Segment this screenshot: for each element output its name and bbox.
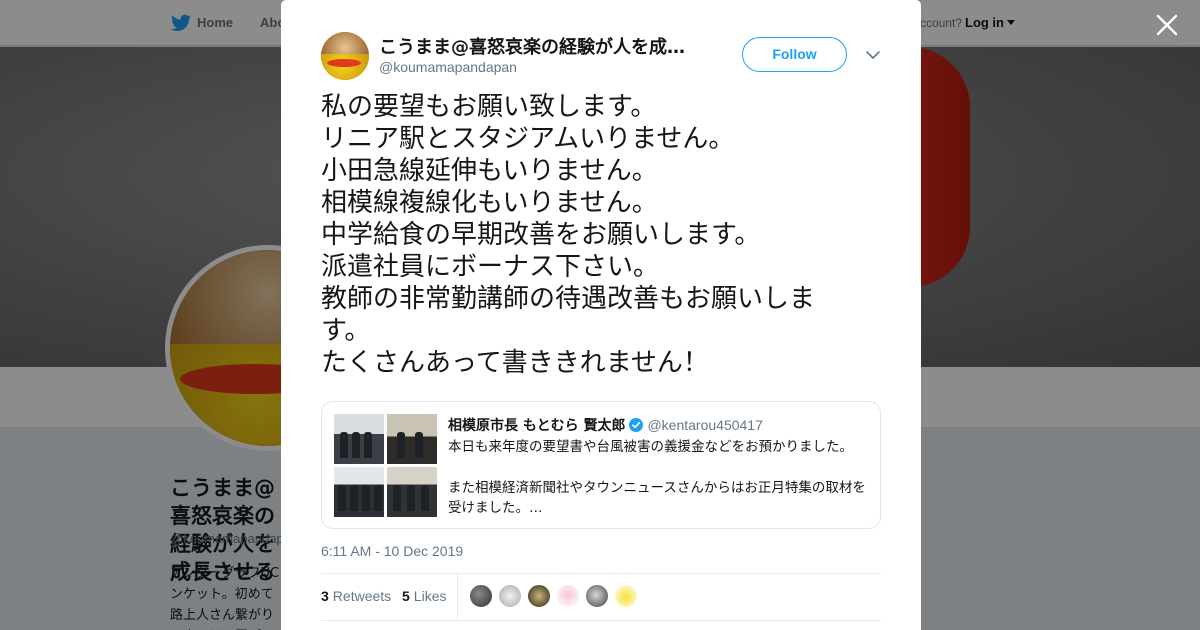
tweet-line: 私の要望もお願い致します。 [321, 92, 657, 122]
author-name[interactable]: こうまま@喜怒哀楽の経験が人を成… [379, 33, 689, 59]
quoted-photo [334, 414, 384, 464]
quoted-text: 本日も来年度の要望書や台風被害の義援金などをお預かりました。 また相模経済新聞社… [448, 437, 872, 519]
quoted-author: 相模原市長 もとむら 賢太郎 @kentarou450417 [448, 415, 763, 435]
tweet-line: す。 [321, 316, 371, 346]
tweet-line: 小田急線延伸もいりません。 [321, 156, 658, 186]
author-avatar[interactable] [321, 32, 369, 80]
tweet-line: リニア駅とスタジアムいりません。 [321, 124, 735, 154]
quoted-photo [334, 467, 384, 517]
divider [321, 573, 881, 574]
liker-avatar[interactable] [527, 584, 551, 608]
liker-avatar[interactable] [614, 584, 638, 608]
tweet-text: 私の要望もお願い致します。 リニア駅とスタジアムいりません。 小田急線延伸もいり… [321, 91, 881, 379]
divider [321, 620, 881, 621]
quoted-photo-grid [334, 414, 437, 517]
tweet-line: たくさんあって書ききれません！ [321, 348, 709, 378]
quoted-tweet-card[interactable]: 相模原市長 もとむら 賢太郎 @kentarou450417 本日も来年度の要望書… [321, 401, 881, 529]
quoted-text-paragraph: 本日も来年度の要望書や台風被害の義援金などをお預かりました。 [448, 439, 853, 455]
likes-count: 5 [402, 588, 410, 604]
quoted-text-paragraph: また相模経済新聞社やタウンニュースさんからはお正月特集の取材を受けました。… [448, 479, 866, 517]
tweet-line: 派遣社員にボーナス下さい。 [321, 252, 660, 282]
liker-avatar[interactable] [585, 584, 609, 608]
likes-label: Likes [413, 588, 447, 604]
quoted-photo [387, 467, 437, 517]
liker-avatar[interactable] [556, 584, 580, 608]
divider [457, 574, 458, 620]
liker-avatar[interactable] [469, 584, 493, 608]
tweet-modal: こうまま@喜怒哀楽の経験が人を成… @koumamapandapan Follo… [281, 0, 921, 630]
tweet-line: 中学給食の早期改善をお願いします。 [321, 220, 761, 250]
liker-avatar[interactable] [498, 584, 522, 608]
verified-badge-icon [629, 418, 644, 432]
likes-stat[interactable]: 5 Likes [402, 588, 446, 604]
author-handle[interactable]: @koumamapandapan [379, 59, 517, 75]
retweets-stat[interactable]: 3 Retweets [321, 588, 391, 604]
tweet-line: 相模線複線化もいりません。 [321, 188, 658, 218]
chevron-down-icon[interactable] [865, 47, 881, 63]
quoted-author-name: 相模原市長 もとむら 賢太郎 [448, 418, 626, 434]
tweet-line: 教師の非常勤講師の待遇改善もお願いしま [321, 284, 816, 314]
quoted-photo [387, 414, 437, 464]
tweet-timestamp[interactable]: 6:11 AM - 10 Dec 2019 [321, 543, 463, 559]
follow-button[interactable]: Follow [742, 37, 847, 72]
retweets-count: 3 [321, 588, 329, 604]
quoted-author-handle: @kentarou450417 [647, 417, 763, 433]
close-icon[interactable] [1154, 12, 1180, 38]
retweets-label: Retweets [332, 588, 392, 604]
